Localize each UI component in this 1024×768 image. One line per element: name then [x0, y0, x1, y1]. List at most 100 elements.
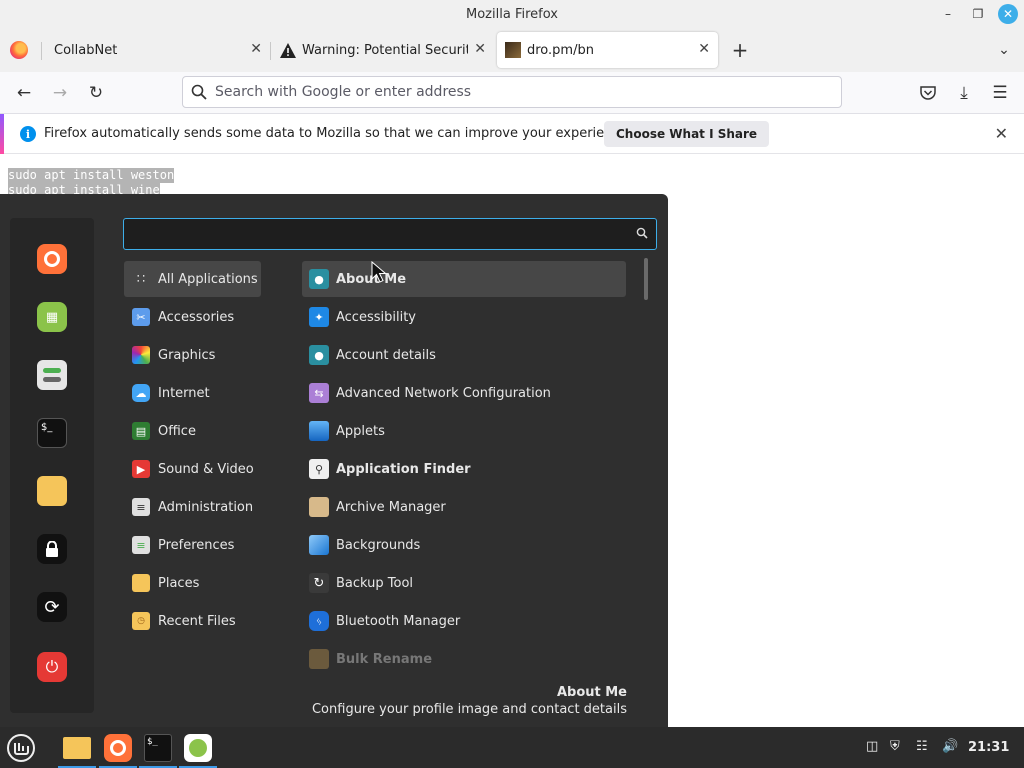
applets-icon — [309, 421, 329, 441]
code-line: sudo apt install weston — [8, 168, 175, 183]
warning-icon — [280, 42, 296, 58]
category-internet[interactable]: ☁ Internet — [124, 375, 261, 411]
prefs-icon: ≡ — [132, 536, 150, 554]
firefox-taskbar-icon[interactable] — [101, 731, 135, 765]
app-bulk-rename[interactable]: Bulk Rename — [302, 641, 626, 677]
close-tab-icon[interactable]: ✕ — [698, 41, 710, 57]
tab-label: CollabNet — [54, 42, 118, 58]
logout-icon[interactable]: ⟳ — [37, 592, 67, 622]
navigation-toolbar: ← → ↻ ⤓ ☰ — [0, 72, 1024, 114]
backup-icon: ↻ — [309, 573, 329, 593]
hamburger-menu-icon[interactable]: ☰ — [988, 81, 1012, 105]
calculator-taskbar-icon[interactable] — [181, 731, 215, 765]
app-label: Bluetooth Manager — [336, 613, 461, 629]
app-account-details[interactable]: ● Account details — [302, 337, 626, 373]
terminal-taskbar-icon[interactable]: $_ — [141, 731, 175, 765]
folder-icon[interactable] — [37, 476, 67, 506]
app-backup-tool[interactable]: ↻ Backup Tool — [302, 565, 626, 601]
app-label: Account details — [336, 347, 436, 363]
new-tab-button[interactable]: + — [728, 38, 752, 62]
apps-scrollbar[interactable] — [644, 258, 648, 300]
volume-tray-icon[interactable]: 🔊 — [942, 739, 958, 754]
network-tray-icon[interactable]: ☷ — [916, 739, 928, 754]
close-tab-icon[interactable]: ✕ — [474, 41, 486, 57]
category-recent-files[interactable]: ◷ Recent Files — [124, 603, 261, 639]
menu-search-field[interactable] — [123, 218, 657, 250]
downloads-icon[interactable]: ⤓ — [952, 81, 976, 105]
category-accessories[interactable]: ✂ Accessories — [124, 299, 261, 335]
category-all-applications[interactable]: ∷ All Applications — [124, 261, 261, 297]
maximize-button[interactable]: ❐ — [968, 4, 988, 24]
app-label: Accessibility — [336, 309, 416, 325]
accessibility-icon: ✦ — [309, 307, 329, 327]
files-icon[interactable] — [60, 731, 94, 765]
taskbar: $_ ◫ ⛨ ☷ 🔊 21:31 — [0, 727, 1024, 768]
play-icon: ▶ — [132, 460, 150, 478]
category-places[interactable]: Places — [124, 565, 261, 601]
forward-button[interactable]: → — [48, 81, 72, 105]
choose-what-i-share-button[interactable]: Choose What I Share — [604, 121, 770, 147]
notification-accent — [0, 114, 4, 154]
calculator-icon[interactable]: ▦ — [37, 302, 67, 332]
tab-separator — [41, 42, 42, 60]
firefox-view-icon[interactable] — [10, 41, 28, 59]
power-icon[interactable]: ⏻ — [37, 652, 67, 682]
close-tab-icon[interactable]: ✕ — [250, 41, 262, 57]
network-icon: ⇆ — [309, 383, 329, 403]
app-description-text: Configure your profile image and contact… — [311, 702, 627, 717]
palette-icon — [132, 346, 150, 364]
list-tabs-chevron-down-icon[interactable]: ⌄ — [992, 38, 1016, 62]
app-label: Archive Manager — [336, 499, 446, 515]
url-input[interactable] — [215, 84, 815, 100]
tab-separator — [270, 42, 271, 60]
app-label: Applets — [336, 423, 385, 439]
category-label: Office — [158, 423, 196, 439]
app-advanced-network-configuration[interactable]: ⇆ Advanced Network Configuration — [302, 375, 626, 411]
mint-menu-button[interactable] — [4, 731, 38, 765]
app-applets[interactable]: Applets — [302, 413, 626, 449]
firefox-icon[interactable] — [37, 244, 67, 274]
search-icon — [636, 227, 648, 239]
app-about-me[interactable]: ● About Me — [302, 261, 626, 297]
finder-icon: ⚲ — [309, 459, 329, 479]
mouse-pointer-icon — [371, 261, 387, 283]
bluetooth-icon: ᛃ — [309, 611, 329, 631]
tab-label: Warning: Potential Security — [302, 42, 468, 58]
tab-security-warning[interactable]: Warning: Potential Security ✕ — [272, 32, 494, 68]
category-administration[interactable]: ≡ Administration — [124, 489, 261, 525]
archive-icon — [309, 497, 329, 517]
category-sound-video[interactable]: ▶ Sound & Video — [124, 451, 261, 487]
app-label: Backgrounds — [336, 537, 421, 553]
app-application-finder[interactable]: ⚲ Application Finder — [302, 451, 626, 487]
category-office[interactable]: ▤ Office — [124, 413, 261, 449]
settings-toggle-icon[interactable] — [37, 360, 67, 390]
category-graphics[interactable]: Graphics — [124, 337, 261, 373]
lock-icon[interactable] — [37, 534, 67, 564]
minimize-button[interactable]: – — [938, 4, 958, 24]
app-archive-manager[interactable]: Archive Manager — [302, 489, 626, 525]
recent-folder-icon: ◷ — [132, 612, 150, 630]
menu-search-input[interactable] — [124, 219, 624, 249]
tab-collabnet[interactable]: CollabNet ✕ — [44, 32, 270, 68]
close-window-button[interactable]: ✕ — [998, 4, 1018, 24]
reload-button[interactable]: ↻ — [84, 81, 108, 105]
back-button[interactable]: ← — [12, 81, 36, 105]
clock[interactable]: 21:31 — [968, 740, 1009, 755]
app-backgrounds[interactable]: Backgrounds — [302, 527, 626, 563]
notes-tray-icon[interactable]: ◫ — [866, 739, 878, 754]
app-bluetooth-manager[interactable]: ᛃ Bluetooth Manager — [302, 603, 626, 639]
application-menu: ▦ $_ ⟳ ⏻ ∷ All Applications ✂ Accessorie… — [0, 194, 668, 727]
close-notification-icon[interactable]: ✕ — [995, 124, 1008, 143]
account-icon: ● — [309, 345, 329, 365]
pocket-icon[interactable] — [916, 81, 940, 105]
data-notification-bar: i Firefox automatically sends some data … — [0, 114, 1024, 154]
tab-dro-pm[interactable]: dro.pm/bn ✕ — [497, 32, 718, 68]
rename-icon — [309, 649, 329, 669]
app-accessibility[interactable]: ✦ Accessibility — [302, 299, 626, 335]
search-icon — [191, 84, 207, 100]
url-bar[interactable] — [182, 76, 842, 108]
category-preferences[interactable]: ≡ Preferences — [124, 527, 261, 563]
terminal-icon[interactable]: $_ — [37, 418, 67, 448]
admin-icon: ≡ — [132, 498, 150, 516]
shield-tray-icon[interactable]: ⛨ — [890, 739, 900, 754]
